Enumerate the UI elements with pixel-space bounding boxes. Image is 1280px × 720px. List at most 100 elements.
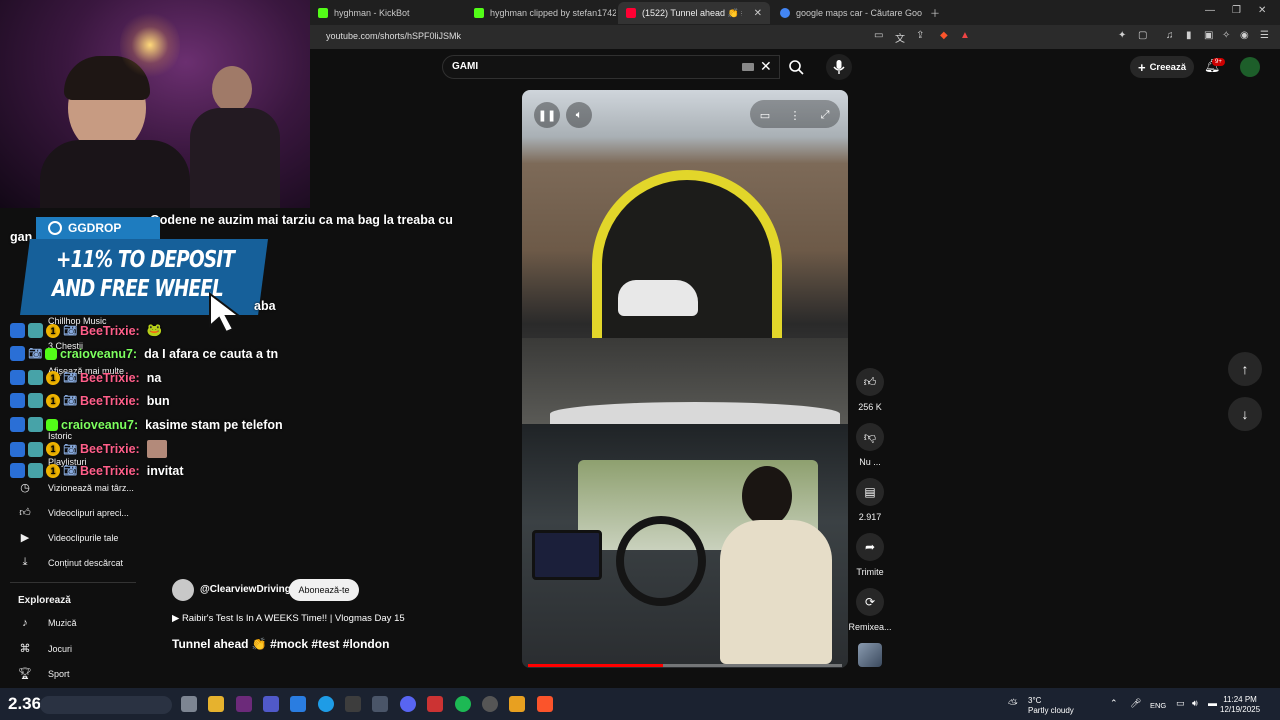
task-view-icon[interactable] [181, 696, 197, 712]
previous-short-button[interactable]: ↑ [1228, 352, 1262, 386]
brave-shield-icon[interactable]: ◆ [940, 30, 948, 41]
sidebar-item-watch-later[interactable]: ◷ Vizionează mai târz... [18, 481, 134, 494]
outlook-icon[interactable] [290, 696, 306, 712]
chat-username[interactable]: BeeTrixie: [80, 371, 140, 385]
tab-kickbot[interactable]: hyghman - KickBot [310, 2, 460, 24]
account-avatar[interactable] [1240, 57, 1260, 77]
subscribe-button[interactable]: Abonează-te [289, 579, 359, 601]
sidebar-item-music[interactable]: ♪ Muzică [18, 617, 76, 629]
minimize-button[interactable]: — [1205, 5, 1215, 16]
remix-action[interactable]: ⟳ Remixea... [848, 588, 892, 632]
dislike-action[interactable]: 👎︎ Nu ... [848, 423, 892, 467]
microphone-icon[interactable]: 🎤︎ [1130, 698, 1141, 709]
leo-icon[interactable]: ✧ [1222, 30, 1230, 41]
voice-search-button[interactable] [826, 54, 852, 80]
steam-icon[interactable] [482, 696, 498, 712]
file-explorer-icon[interactable] [208, 696, 224, 712]
like-action[interactable]: 👍︎ 256 K [848, 368, 892, 412]
chat-username[interactable]: craioveanu7: [61, 418, 138, 432]
discord-icon[interactable] [400, 696, 416, 712]
tab-google[interactable]: google maps car - Căutare Google [772, 2, 922, 24]
sidebar-item-your-videos[interactable]: ▶ Videoclipurile tale [18, 531, 119, 544]
next-short-button[interactable]: ↓ [1228, 397, 1262, 431]
battery-icon[interactable]: ▬ [1208, 698, 1217, 708]
menu-icon[interactable]: ☰ [1260, 30, 1269, 41]
volume-button[interactable]: 🔈︎ [566, 102, 592, 128]
thumbs-up-icon[interactable]: 👍︎ [856, 368, 884, 396]
gift-badge-icon: 1 [46, 323, 60, 338]
create-button[interactable]: + Creează [1130, 56, 1194, 78]
tab-youtube-short[interactable]: (1522) Tunnel ahead 👏 #mo ✕ [618, 2, 770, 24]
sidebar-item-gaming[interactable]: ⌘ Jocuri [18, 642, 73, 655]
app-icon[interactable] [509, 696, 525, 712]
sidebar-icon[interactable]: ▮ [1186, 30, 1192, 41]
fullscreen-button[interactable]: ⤢ [812, 102, 838, 128]
new-tab-button[interactable]: ＋ [930, 5, 940, 20]
sound-thumbnail[interactable] [858, 643, 882, 667]
channel-avatar[interactable] [172, 579, 194, 601]
network-icon[interactable]: ▭ [1176, 698, 1185, 709]
captions-button[interactable]: ▭ [752, 102, 778, 128]
screenshot-icon[interactable]: ▢ [1138, 30, 1147, 41]
clock[interactable]: 11:24 PM 12/19/2025 [1220, 695, 1260, 715]
volume-icon[interactable]: 🔊︎ [1192, 698, 1198, 709]
taskbar-search[interactable] [40, 696, 172, 714]
search-button[interactable] [782, 55, 812, 79]
gift-badge-icon: 1 [46, 442, 60, 456]
language-indicator[interactable]: ENG [1150, 701, 1166, 710]
chat-username[interactable]: craioveanu7: [60, 347, 137, 361]
search-input[interactable] [442, 55, 780, 79]
cast-icon[interactable]: ▭ [874, 30, 883, 41]
emote-image [146, 440, 167, 458]
close-window-button[interactable]: ✕ [1258, 5, 1266, 16]
channel-name[interactable]: @ClearviewDriving [200, 584, 291, 595]
weather-widget[interactable]: 3°C Partly cloudy [1028, 696, 1074, 716]
google-icon [780, 8, 790, 18]
url-text[interactable]: youtube.com/shorts/hSPF0liJSMk [326, 31, 461, 41]
webcam-overlay [0, 0, 310, 208]
wallet-icon[interactable]: ▣ [1204, 30, 1213, 41]
app-icon[interactable] [427, 696, 443, 712]
app-icon[interactable] [345, 696, 361, 712]
spotify-icon[interactable] [455, 696, 471, 712]
chat-username[interactable]: BeeTrixie: [80, 442, 140, 456]
comments-action[interactable]: ▤ 2.917 [848, 478, 892, 522]
share-icon[interactable]: ⇪ [916, 30, 924, 41]
thumbs-down-icon[interactable]: 👎︎ [856, 423, 884, 451]
brave-rewards-icon[interactable]: ▲ [960, 30, 970, 41]
sub-badge-icon [28, 323, 43, 338]
brave-icon[interactable] [537, 696, 553, 712]
chevron-up-icon[interactable]: ⌃ [1110, 698, 1118, 709]
teams-icon[interactable] [263, 696, 279, 712]
sidebar-item-liked[interactable]: 👍︎ Videoclipuri apreci... [18, 506, 129, 519]
share-icon[interactable]: ➦ [856, 533, 884, 561]
maximize-button[interactable]: ❐ [1232, 5, 1241, 16]
app-icon[interactable] [236, 696, 252, 712]
sidebar-item-label: Videoclipuri apreci... [48, 507, 129, 518]
close-icon[interactable]: ✕ [754, 8, 762, 19]
chat-username[interactable]: BeeTrixie: [80, 324, 140, 338]
more-options-button[interactable]: ⋮ [782, 102, 808, 128]
translate-icon[interactable]: 文 [895, 30, 905, 45]
clear-search-icon[interactable]: ✕ [760, 58, 772, 75]
sidebar-item-downloads[interactable]: ⤓ Conținut descărcat [18, 556, 123, 569]
store-icon[interactable] [372, 696, 388, 712]
chat-username[interactable]: BeeTrixie: [80, 394, 140, 408]
media-icon[interactable]: ♫ [1166, 30, 1174, 41]
share-action[interactable]: ➦ Trimite [848, 533, 892, 577]
sub-badge-icon [46, 418, 58, 431]
sidebar-item-sport[interactable]: 🏆︎ Sport [18, 667, 70, 680]
keyboard-icon[interactable] [742, 63, 754, 71]
dislike-label: Nu ... [859, 457, 881, 467]
extensions-icon[interactable]: ✦ [1118, 30, 1126, 41]
related-video-link[interactable]: ▶ Raibir's Test Is In A WEEKS Time!! | V… [172, 613, 405, 624]
remix-icon[interactable]: ⟳ [856, 588, 884, 616]
search-value[interactable]: GAMI [452, 61, 478, 72]
chat-username[interactable]: BeeTrixie: [80, 464, 140, 478]
comment-icon[interactable]: ▤ [856, 478, 884, 506]
ad-subheadline: AND FREE WHEEL [52, 276, 224, 302]
vpn-icon[interactable]: ◉ [1240, 30, 1249, 41]
pause-button[interactable]: ❚❚ [534, 102, 560, 128]
tab-clip[interactable]: hyghman clipped by stefan1742 [466, 2, 616, 24]
edge-icon[interactable] [318, 696, 334, 712]
